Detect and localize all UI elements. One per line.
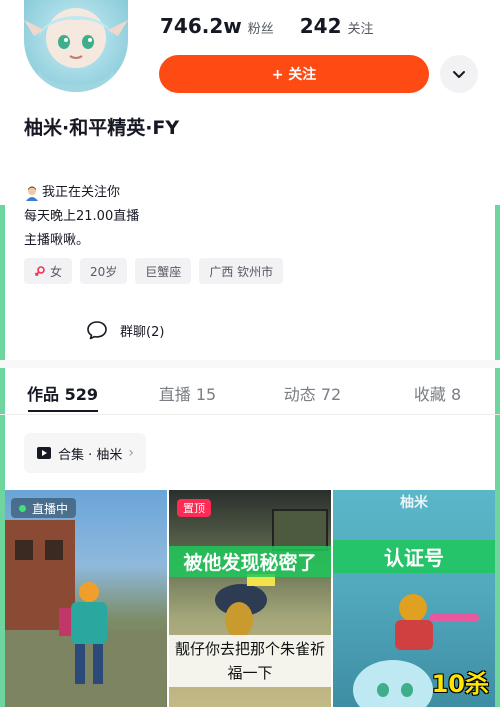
chevron-right-icon: › [128,445,135,461]
video-caption-bottom: 10杀 [431,670,489,698]
nickname: 柚米·和平精英·FY [24,117,180,139]
person-emoji-icon [24,185,40,201]
tabs-border [0,414,500,415]
group-chat-label: 群聊(2) [120,324,165,340]
avatar[interactable] [24,0,128,92]
playlist-icon [37,447,51,459]
gender-tag-label: 女 [50,264,63,279]
tab-favorites[interactable]: 收藏 8 [375,373,500,413]
live-dot-icon [19,504,26,512]
age-tag: 20岁 [80,258,128,284]
screenshot-frame-right [495,205,500,707]
bio-line-2: 每天晚上21.00直播 [24,209,140,224]
following-count[interactable]: 242 [300,14,342,38]
video-thumbnail[interactable]: 置顶 被他发现秘密了 靓仔你去把那个朱雀祈福一下 [169,490,331,707]
gender-tag: 女 [24,258,73,284]
video-caption-top: 被他发现秘密了 [169,546,331,577]
video-thumbnail[interactable]: 直播中 [5,490,167,707]
live-badge-label: 直播中 [32,501,69,516]
chat-bubble-icon [87,321,107,340]
zodiac-tag: 巨蟹座 [135,258,192,284]
bio: 我正在关注你 每天晚上21.00直播 主播啾啾。 [24,181,139,253]
following-label[interactable]: 关注 [348,18,374,37]
video-thumbnail[interactable]: 柚米 认证号 10杀 [333,490,495,707]
bio-line-3: 主播啾啾。 [24,233,90,248]
tab-works[interactable]: 作品 529 [0,373,125,413]
follow-button-label: + 关注 [271,67,317,83]
live-scene-illustration [5,520,166,707]
video-caption-top: 认证号 [333,540,495,573]
profile-tags: 女 20岁 巨蟹座 广西 钦州市 [24,258,284,284]
collection-entry[interactable]: 合集 · 柚米 › [24,433,147,473]
active-tab-indicator [28,410,98,412]
section-divider [0,360,500,368]
video-caption-bottom: 靓仔你去把那个朱雀祈福一下 [169,635,331,687]
video-watermark: 柚米 [400,495,428,511]
pinned-badge: 置顶 [177,499,211,517]
profile-stats: 746.2w 粉丝 242 关注 [160,14,400,38]
content-tabs: 作品 529 直播 15 动态 72 收藏 8 [0,373,500,413]
location-tag: 广西 钦州市 [199,258,284,284]
avatar-illustration [24,8,128,92]
more-options-button[interactable] [440,55,478,93]
bio-text: 我正在关注你 [42,185,121,200]
follow-button[interactable]: + 关注 [159,55,429,93]
followers-label[interactable]: 粉丝 [248,18,274,37]
live-badge: 直播中 [11,498,77,518]
bio-line-1: 我正在关注你 [24,181,139,205]
group-chat-entry[interactable]: 群聊(2) [86,320,164,340]
followers-count[interactable]: 746.2w [160,14,242,38]
chevron-down-icon [453,71,465,78]
collection-label: 合集 · 柚米 [58,447,123,463]
video-grid: 直播中 置顶 被他发现秘密了 靓仔你去把那个朱雀祈福一下 柚米 认证号 10杀 [5,490,495,707]
tab-posts[interactable]: 动态 72 [250,373,375,413]
tab-live[interactable]: 直播 15 [125,373,250,413]
female-icon [34,266,45,277]
